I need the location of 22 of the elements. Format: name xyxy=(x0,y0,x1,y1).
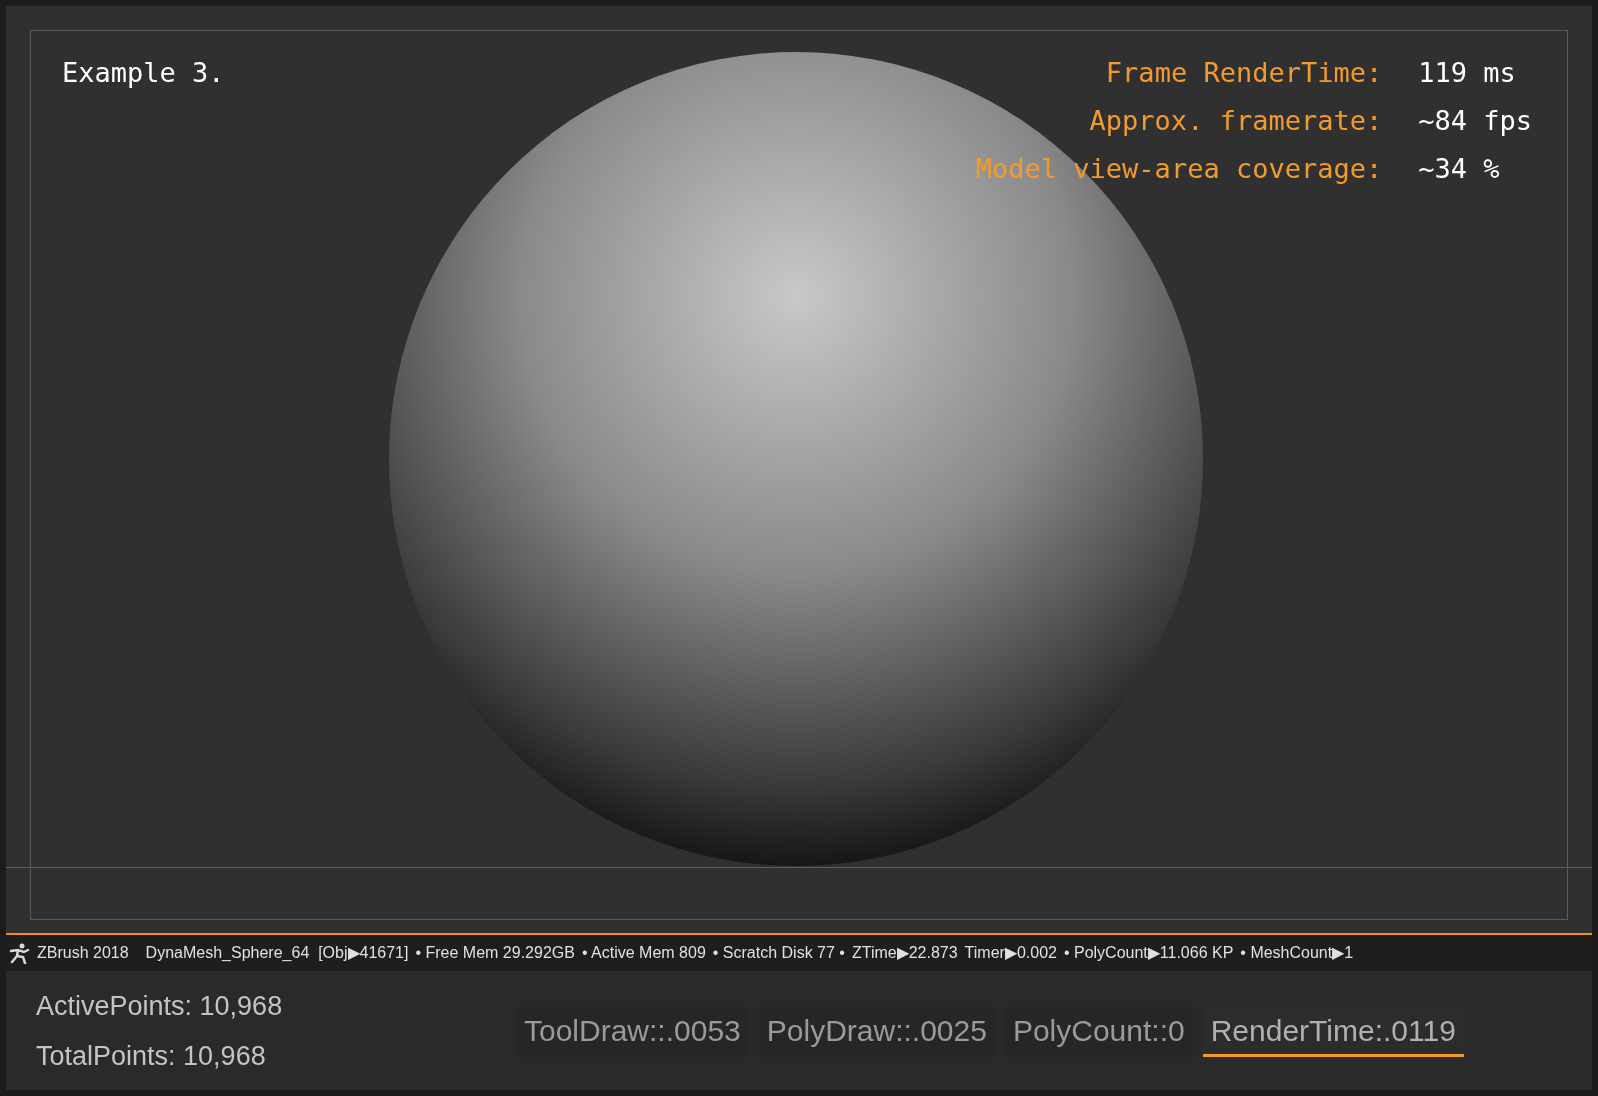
status-item: Timer▶0.002 xyxy=(964,943,1057,963)
stat-label: Frame RenderTime: xyxy=(1104,56,1383,90)
metric-button[interactable]: PolyDraw::.0025 xyxy=(758,1006,995,1057)
status-item: ZTime▶22.873 xyxy=(851,943,958,963)
stat-label: Model view-area coverage: xyxy=(975,152,1383,186)
viewport-caption: Example 3. xyxy=(62,56,225,90)
stat-value: 119 ms xyxy=(1418,56,1517,90)
stat-value: ~34 % xyxy=(1418,152,1501,186)
status-item: ZBrush 2018 xyxy=(37,943,129,963)
figure-icon xyxy=(8,942,30,964)
status-item: • Active Mem 809 xyxy=(581,943,706,963)
status-item: • Free Mem 29.292GB xyxy=(415,943,575,963)
status-item: • Scratch Disk 77 • xyxy=(712,943,845,963)
stat-label: Approx. framerate: xyxy=(1088,104,1383,138)
points-count: TotalPoints: 10,968 xyxy=(36,1039,267,1072)
stat-value: ~84 fps xyxy=(1418,104,1532,138)
metric-button[interactable]: PolyCount::0 xyxy=(1004,1006,1193,1057)
points-count: ActivePoints: 10,968 xyxy=(36,989,284,1022)
status-item: • PolyCount▶11.066 KP xyxy=(1063,943,1234,963)
status-item: • MeshCount▶1 xyxy=(1240,943,1354,963)
metric-button[interactable]: ToolDraw::.0053 xyxy=(516,1006,749,1057)
status-item: DynaMesh_Sphere_64 [Obj▶41671] xyxy=(145,943,409,963)
